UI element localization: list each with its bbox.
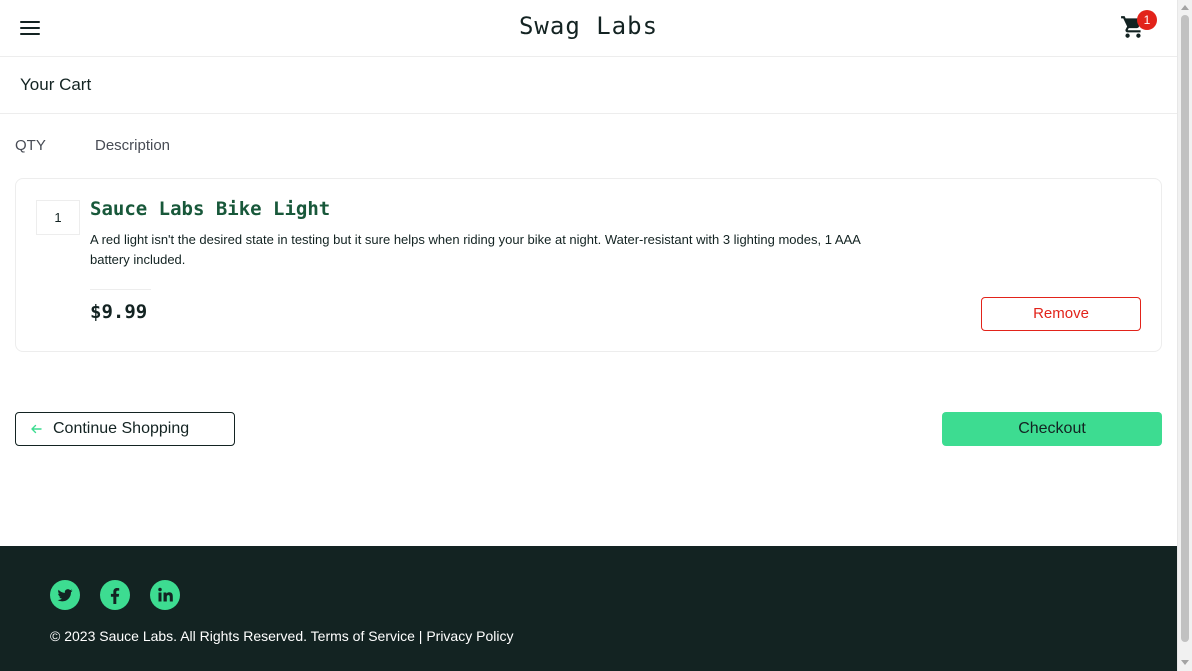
primary-header: Swag Labs 1 [0, 0, 1177, 57]
vertical-scrollbar[interactable] [1177, 0, 1192, 671]
twitter-icon[interactable] [50, 580, 80, 610]
footer-copyright: © 2023 Sauce Labs. All Rights Reserved. … [50, 628, 514, 644]
description-column-label: Description [95, 137, 171, 154]
page: Swag Labs 1 Your Cart QTY Description 1 … [0, 0, 1177, 671]
continue-shopping-label: Continue Shopping [53, 420, 190, 437]
footer: © 2023 Sauce Labs. All Rights Reserved. … [0, 546, 1177, 671]
remove-button[interactable]: Remove [981, 297, 1141, 331]
scroll-thumb[interactable] [1181, 15, 1189, 642]
arrow-left-icon [29, 421, 43, 435]
checkout-button[interactable]: Checkout [942, 412, 1162, 446]
cart-badge: 1 [1137, 10, 1157, 30]
secondary-header: Your Cart [0, 57, 1177, 114]
linkedin-icon[interactable] [150, 580, 180, 610]
qty-column-label: QTY [15, 137, 46, 154]
scroll-down-arrow-icon[interactable] [1181, 660, 1189, 665]
facebook-icon[interactable] [100, 580, 130, 610]
item-description: A red light isn't the desired state in t… [90, 232, 861, 267]
item-quantity: 1 [36, 200, 80, 235]
page-title: Your Cart [20, 75, 92, 94]
cart-item: 1 Sauce Labs Bike Light A red light isn'… [15, 178, 1162, 352]
continue-shopping-button[interactable]: Continue Shopping [15, 412, 235, 446]
app-logo: Swag Labs [518, 12, 659, 40]
price-divider [90, 289, 151, 290]
item-name-link[interactable]: Sauce Labs Bike Light [90, 198, 330, 220]
scroll-up-arrow-icon[interactable] [1181, 5, 1189, 10]
item-price: $9.99 [90, 301, 148, 323]
